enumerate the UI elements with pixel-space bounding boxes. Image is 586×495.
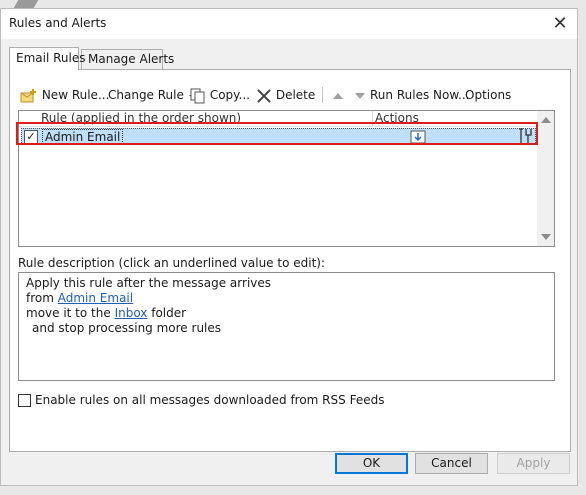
close-icon[interactable]: ✕ — [547, 11, 573, 37]
description-move-text: move it to the — [26, 306, 115, 320]
scroll-down-icon[interactable] — [541, 234, 551, 240]
ok-button[interactable]: OK — [335, 453, 408, 474]
copy-icon — [190, 88, 205, 103]
delete-label: Delete — [275, 88, 316, 102]
stop-processing-icon — [519, 128, 532, 144]
rule-row[interactable]: ✓ Admin Email — [21, 128, 536, 145]
change-rule-button[interactable]: Change Rule — [108, 85, 196, 105]
rss-option[interactable]: Enable rules on all messages downloaded … — [18, 393, 384, 407]
column-header-actions[interactable]: Actions — [372, 111, 419, 127]
arrow-up-icon — [333, 92, 343, 99]
sender-link[interactable]: Admin Email — [58, 291, 133, 305]
description-line-2: from Admin Email — [26, 291, 547, 306]
rss-checkbox[interactable] — [18, 393, 31, 407]
rss-option-label: Enable rules on all messages downloaded … — [35, 393, 385, 407]
toolbar-separator — [322, 87, 323, 103]
run-rules-now-button[interactable]: Run Rules Now... — [370, 85, 470, 105]
move-to-folder-icon — [410, 130, 426, 144]
rule-description-box: Apply this rule after the message arrive… — [18, 272, 555, 381]
arrow-down-icon — [355, 92, 365, 99]
copy-label: Copy... — [209, 88, 250, 102]
rule-name[interactable]: Admin Email — [42, 129, 124, 144]
folder-link[interactable]: Inbox — [115, 306, 148, 320]
rules-list[interactable]: Rule (applied in the order shown) Action… — [18, 110, 555, 247]
email-rules-panel: New Rule... Change Rule Copy... Delete R… — [9, 69, 571, 452]
cancel-button[interactable]: Cancel — [415, 453, 488, 474]
apply-button[interactable]: Apply — [497, 453, 570, 474]
move-down-button[interactable] — [354, 85, 366, 105]
background-shape — [13, 0, 39, 8]
title-bar: Rules and Alerts ✕ — [1, 9, 577, 39]
window-title: Rules and Alerts — [9, 16, 107, 30]
description-line-4: and stop processing more rules — [32, 321, 222, 335]
rule-description-label: Rule description (click an underlined va… — [18, 256, 326, 270]
new-rule-button[interactable]: New Rule... — [20, 85, 109, 105]
description-line-1: Apply this rule after the message arrive… — [26, 276, 272, 290]
rules-list-header: Rule (applied in the order shown) Action… — [19, 111, 538, 127]
options-button[interactable]: Options — [465, 85, 511, 105]
description-folder-text: folder — [147, 306, 187, 320]
new-rule-label: New Rule... — [41, 88, 110, 102]
delete-button[interactable]: Delete — [256, 85, 315, 105]
rules-list-scrollbar[interactable] — [537, 111, 554, 246]
move-up-button[interactable] — [332, 85, 344, 105]
column-header-rule[interactable]: Rule (applied in the order shown) — [41, 111, 241, 125]
new-rule-icon — [20, 88, 36, 102]
tab-manage-alerts[interactable]: Manage Alerts — [81, 49, 174, 69]
tab-email-rules[interactable]: Email Rules — [9, 47, 85, 70]
copy-button[interactable]: Copy... — [190, 85, 250, 105]
change-rule-label: Change Rule — [108, 88, 184, 102]
scroll-up-icon[interactable] — [541, 117, 551, 123]
delete-icon — [257, 88, 271, 103]
rule-enabled-checkbox[interactable]: ✓ — [24, 130, 38, 144]
description-from-text: from — [26, 291, 58, 305]
rules-and-alerts-dialog: Rules and Alerts ✕ Email Rules Manage Al… — [0, 8, 578, 486]
description-line-3: move it to the Inbox folder — [26, 306, 547, 321]
